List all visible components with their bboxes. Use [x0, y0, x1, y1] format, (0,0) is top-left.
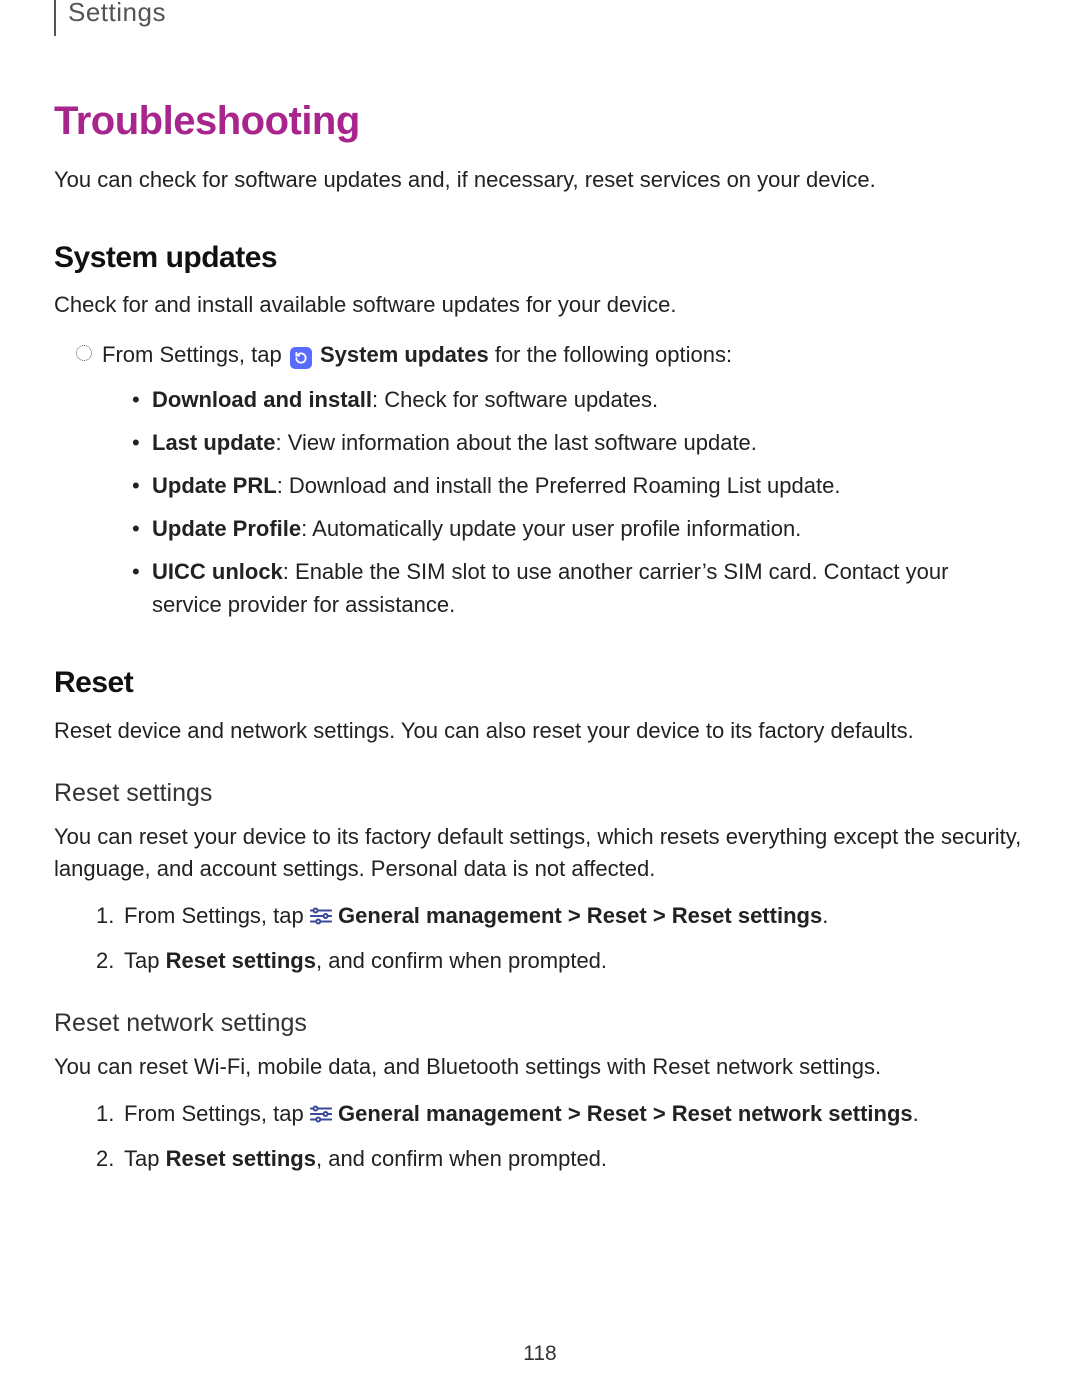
reset-network-settings-steps: From Settings, tap General management > …: [54, 1097, 1026, 1175]
instr-pre: From Settings, tap: [102, 342, 288, 367]
option-download-install: Download and install: Check for software…: [132, 383, 1026, 416]
section-reset: Reset: [54, 661, 1026, 705]
subsection-reset-network-settings: Reset network settings: [54, 1005, 1026, 1041]
system-updates-icon: [290, 347, 312, 369]
general-management-icon: [310, 903, 338, 928]
page-title: Troubleshooting: [54, 92, 1026, 150]
reset-settings-steps: From Settings, tap General management > …: [54, 899, 1026, 977]
system-updates-instruction: From Settings, tap System updates for th…: [54, 339, 1026, 371]
instr-bold: System updates: [320, 342, 489, 367]
system-updates-instruction-text: From Settings, tap System updates for th…: [102, 339, 1026, 371]
header-rule: [54, 0, 56, 36]
subsection-reset-settings: Reset settings: [54, 775, 1026, 811]
reset-settings-intro: You can reset your device to its factory…: [54, 821, 1026, 885]
reset-network-step-2: Tap Reset settings, and confirm when pro…: [96, 1142, 1026, 1175]
reset-settings-step-2: Tap Reset settings, and confirm when pro…: [96, 944, 1026, 977]
option-update-profile: Update Profile: Automatically update you…: [132, 512, 1026, 545]
dotted-circle-bullet: [76, 345, 92, 361]
page-number: 118: [0, 1339, 1080, 1369]
option-uicc-unlock: UICC unlock: Enable the SIM slot to use …: [132, 555, 1026, 621]
reset-network-step-1: From Settings, tap General management > …: [96, 1097, 1026, 1130]
option-last-update: Last update: View information about the …: [132, 426, 1026, 459]
reset-intro: Reset device and network settings. You c…: [54, 715, 1026, 747]
section-system-updates: System updates: [54, 236, 1026, 280]
instr-post: for the following options:: [489, 342, 732, 367]
option-update-prl: Update PRL: Download and install the Pre…: [132, 469, 1026, 502]
running-header: Settings: [54, 0, 1026, 46]
general-management-icon: [310, 1101, 338, 1126]
reset-settings-step-1: From Settings, tap General management > …: [96, 899, 1026, 932]
system-updates-intro: Check for and install available software…: [54, 289, 1026, 321]
system-updates-options: Download and install: Check for software…: [54, 383, 1026, 621]
reset-network-settings-intro: You can reset Wi-Fi, mobile data, and Bl…: [54, 1051, 1026, 1083]
header-label: Settings: [68, 0, 166, 32]
page-intro: You can check for software updates and, …: [54, 164, 1026, 196]
